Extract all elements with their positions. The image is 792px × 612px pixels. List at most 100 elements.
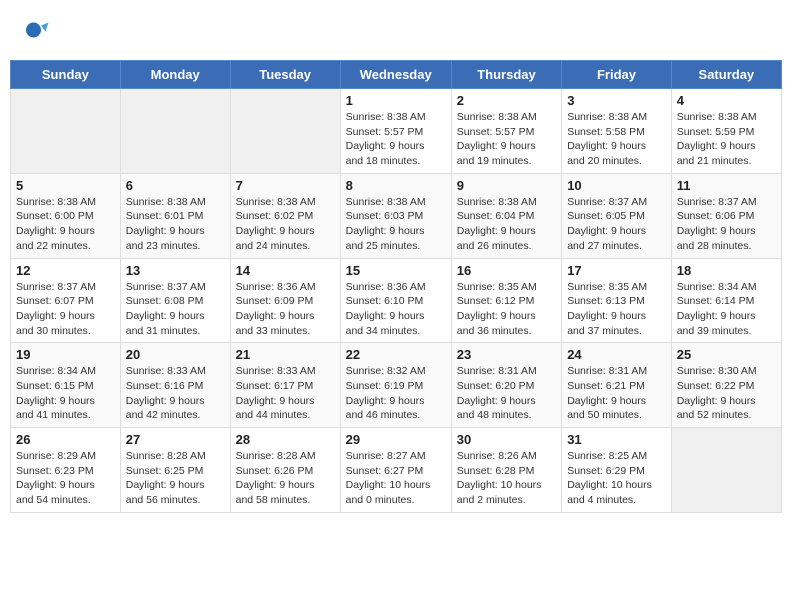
weekday-header-cell: Sunday	[11, 61, 121, 89]
day-number: 7	[236, 178, 335, 193]
day-info: Sunrise: 8:35 AM Sunset: 6:13 PM Dayligh…	[567, 280, 666, 339]
logo-icon	[20, 15, 50, 45]
calendar-body: 1 Sunrise: 8:38 AM Sunset: 5:57 PM Daylig…	[11, 89, 782, 513]
calendar-day-cell: 23 Sunrise: 8:31 AM Sunset: 6:20 PM Dayli…	[451, 343, 561, 428]
calendar-day-cell: 24 Sunrise: 8:31 AM Sunset: 6:21 PM Dayli…	[562, 343, 672, 428]
calendar-day-cell: 16Sunrise: 8:35 AM Sunset: 6:12 PM Dayli…	[451, 258, 561, 343]
day-number: 24	[567, 347, 666, 362]
day-info: Sunrise: 8:31 AM Sunset: 6:21 PM Dayligh…	[567, 364, 666, 423]
weekday-header-cell: Friday	[562, 61, 672, 89]
calendar-day-cell: 3Sunrise: 8:38 AM Sunset: 5:58 PM Daylig…	[562, 89, 672, 174]
calendar-week-row: 26 Sunrise: 8:29 AM Sunset: 6:23 PM Dayli…	[11, 428, 782, 513]
day-info: Sunrise: 8:30 AM Sunset: 6:22 PM Dayligh…	[677, 364, 776, 423]
day-number: 14	[236, 263, 335, 278]
weekday-header-cell: Saturday	[671, 61, 781, 89]
day-info: Sunrise: 8:37 AM Sunset: 6:06 PM Dayligh…	[677, 195, 776, 254]
day-info: Sunrise: 8:38 AM Sunset: 6:02 PM Dayligh…	[236, 195, 335, 254]
day-info: Sunrise: 8:38 AM Sunset: 5:59 PM Dayligh…	[677, 110, 776, 169]
calendar-week-row: 12 Sunrise: 8:37 AM Sunset: 6:07 PM Dayli…	[11, 258, 782, 343]
calendar-week-row: 19Sunrise: 8:34 AM Sunset: 6:15 PM Dayli…	[11, 343, 782, 428]
calendar-week-row: 1 Sunrise: 8:38 AM Sunset: 5:57 PM Daylig…	[11, 89, 782, 174]
day-info: Sunrise: 8:25 AM Sunset: 6:29 PM Dayligh…	[567, 449, 666, 508]
day-info: Sunrise: 8:36 AM Sunset: 6:09 PM Dayligh…	[236, 280, 335, 339]
day-number: 3	[567, 93, 666, 108]
day-info: Sunrise: 8:28 AM Sunset: 6:25 PM Dayligh…	[126, 449, 225, 508]
day-info: Sunrise: 8:29 AM Sunset: 6:23 PM Dayligh…	[16, 449, 115, 508]
day-info: Sunrise: 8:36 AM Sunset: 6:10 PM Dayligh…	[346, 280, 446, 339]
day-info: Sunrise: 8:28 AM Sunset: 6:26 PM Dayligh…	[236, 449, 335, 508]
calendar-day-cell	[671, 428, 781, 513]
day-info: Sunrise: 8:31 AM Sunset: 6:20 PM Dayligh…	[457, 364, 556, 423]
calendar-day-cell: 10 Sunrise: 8:37 AM Sunset: 6:05 PM Dayli…	[562, 173, 672, 258]
logo	[20, 15, 54, 45]
weekday-header-row: SundayMondayTuesdayWednesdayThursdayFrid…	[11, 61, 782, 89]
day-number: 6	[126, 178, 225, 193]
day-number: 11	[677, 178, 776, 193]
calendar-day-cell: 6 Sunrise: 8:38 AM Sunset: 6:01 PM Daylig…	[120, 173, 230, 258]
day-number: 27	[126, 432, 225, 447]
calendar-day-cell: 20 Sunrise: 8:33 AM Sunset: 6:16 PM Dayli…	[120, 343, 230, 428]
calendar-day-cell: 21 Sunrise: 8:33 AM Sunset: 6:17 PM Dayli…	[230, 343, 340, 428]
calendar-day-cell: 9 Sunrise: 8:38 AM Sunset: 6:04 PM Daylig…	[451, 173, 561, 258]
day-info: Sunrise: 8:38 AM Sunset: 6:04 PM Dayligh…	[457, 195, 556, 254]
calendar-day-cell	[11, 89, 121, 174]
calendar-day-cell: 28 Sunrise: 8:28 AM Sunset: 6:26 PM Dayli…	[230, 428, 340, 513]
day-number: 26	[16, 432, 115, 447]
day-info: Sunrise: 8:37 AM Sunset: 6:08 PM Dayligh…	[126, 280, 225, 339]
day-info: Sunrise: 8:33 AM Sunset: 6:16 PM Dayligh…	[126, 364, 225, 423]
day-info: Sunrise: 8:32 AM Sunset: 6:19 PM Dayligh…	[346, 364, 446, 423]
day-info: Sunrise: 8:38 AM Sunset: 5:57 PM Dayligh…	[346, 110, 446, 169]
day-number: 5	[16, 178, 115, 193]
day-number: 9	[457, 178, 556, 193]
calendar-day-cell: 5 Sunrise: 8:38 AM Sunset: 6:00 PM Daylig…	[11, 173, 121, 258]
day-number: 25	[677, 347, 776, 362]
weekday-header-cell: Monday	[120, 61, 230, 89]
day-info: Sunrise: 8:38 AM Sunset: 6:00 PM Dayligh…	[16, 195, 115, 254]
calendar-day-cell: 30Sunrise: 8:26 AM Sunset: 6:28 PM Dayli…	[451, 428, 561, 513]
calendar-day-cell: 14 Sunrise: 8:36 AM Sunset: 6:09 PM Dayli…	[230, 258, 340, 343]
calendar-day-cell: 15 Sunrise: 8:36 AM Sunset: 6:10 PM Dayli…	[340, 258, 451, 343]
day-info: Sunrise: 8:34 AM Sunset: 6:14 PM Dayligh…	[677, 280, 776, 339]
weekday-header-cell: Thursday	[451, 61, 561, 89]
calendar-day-cell: 8Sunrise: 8:38 AM Sunset: 6:03 PM Daylig…	[340, 173, 451, 258]
day-number: 1	[346, 93, 446, 108]
calendar-day-cell: 26 Sunrise: 8:29 AM Sunset: 6:23 PM Dayli…	[11, 428, 121, 513]
calendar-day-cell	[230, 89, 340, 174]
weekday-header-cell: Wednesday	[340, 61, 451, 89]
day-info: Sunrise: 8:33 AM Sunset: 6:17 PM Dayligh…	[236, 364, 335, 423]
day-number: 28	[236, 432, 335, 447]
day-info: Sunrise: 8:37 AM Sunset: 6:07 PM Dayligh…	[16, 280, 115, 339]
day-number: 20	[126, 347, 225, 362]
day-info: Sunrise: 8:27 AM Sunset: 6:27 PM Dayligh…	[346, 449, 446, 508]
day-number: 16	[457, 263, 556, 278]
calendar-day-cell	[120, 89, 230, 174]
calendar-day-cell: 25 Sunrise: 8:30 AM Sunset: 6:22 PM Dayli…	[671, 343, 781, 428]
weekday-header-cell: Tuesday	[230, 61, 340, 89]
calendar-day-cell: 17 Sunrise: 8:35 AM Sunset: 6:13 PM Dayli…	[562, 258, 672, 343]
day-info: Sunrise: 8:38 AM Sunset: 6:01 PM Dayligh…	[126, 195, 225, 254]
calendar-day-cell: 4Sunrise: 8:38 AM Sunset: 5:59 PM Daylig…	[671, 89, 781, 174]
day-number: 10	[567, 178, 666, 193]
calendar-day-cell: 18 Sunrise: 8:34 AM Sunset: 6:14 PM Dayli…	[671, 258, 781, 343]
calendar-day-cell: 27 Sunrise: 8:28 AM Sunset: 6:25 PM Dayli…	[120, 428, 230, 513]
day-info: Sunrise: 8:26 AM Sunset: 6:28 PM Dayligh…	[457, 449, 556, 508]
day-number: 17	[567, 263, 666, 278]
day-number: 29	[346, 432, 446, 447]
day-number: 31	[567, 432, 666, 447]
day-number: 21	[236, 347, 335, 362]
day-number: 8	[346, 178, 446, 193]
day-number: 13	[126, 263, 225, 278]
calendar: SundayMondayTuesdayWednesdayThursdayFrid…	[10, 60, 782, 513]
day-number: 18	[677, 263, 776, 278]
day-info: Sunrise: 8:37 AM Sunset: 6:05 PM Dayligh…	[567, 195, 666, 254]
day-info: Sunrise: 8:38 AM Sunset: 5:57 PM Dayligh…	[457, 110, 556, 169]
day-number: 2	[457, 93, 556, 108]
day-number: 15	[346, 263, 446, 278]
day-number: 19	[16, 347, 115, 362]
calendar-day-cell: 12 Sunrise: 8:37 AM Sunset: 6:07 PM Dayli…	[11, 258, 121, 343]
day-number: 12	[16, 263, 115, 278]
calendar-day-cell: 2 Sunrise: 8:38 AM Sunset: 5:57 PM Daylig…	[451, 89, 561, 174]
calendar-week-row: 5 Sunrise: 8:38 AM Sunset: 6:00 PM Daylig…	[11, 173, 782, 258]
day-number: 23	[457, 347, 556, 362]
calendar-day-cell: 22Sunrise: 8:32 AM Sunset: 6:19 PM Dayli…	[340, 343, 451, 428]
